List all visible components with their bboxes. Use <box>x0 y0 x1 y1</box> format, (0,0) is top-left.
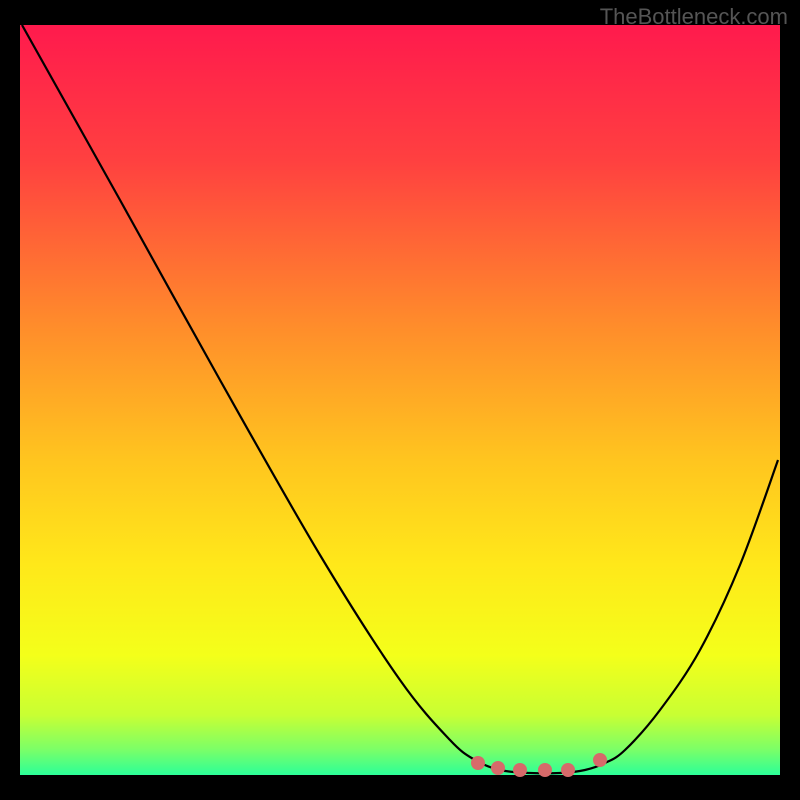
chart-container: TheBottleneck.com <box>0 0 800 800</box>
min-plateau-mid4 <box>561 763 575 777</box>
min-plateau-left <box>471 756 485 770</box>
bottleneck-chart <box>0 0 800 800</box>
plot-background <box>20 25 780 775</box>
min-plateau-mid3 <box>538 763 552 777</box>
min-plateau-mid1 <box>491 761 505 775</box>
watermark-text: TheBottleneck.com <box>600 4 788 30</box>
min-plateau-right <box>593 753 607 767</box>
min-plateau-mid2 <box>513 763 527 777</box>
